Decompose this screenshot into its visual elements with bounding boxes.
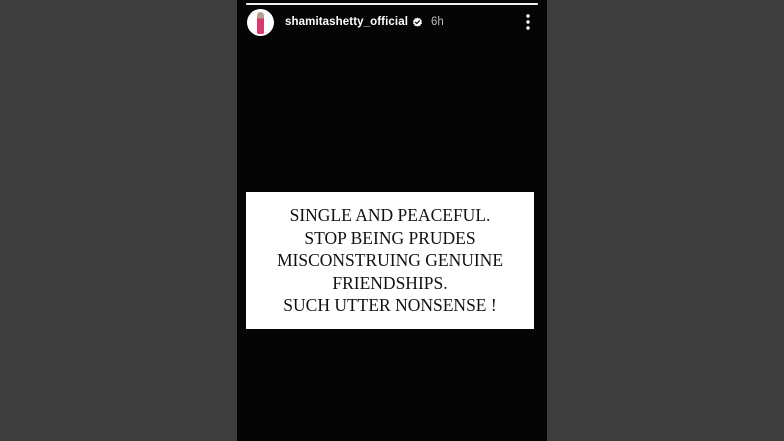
avatar-photo bbox=[257, 11, 264, 34]
text-line-3: MISCONSTRUING GENUINE bbox=[276, 250, 504, 271]
more-vertical-icon[interactable] bbox=[520, 13, 536, 31]
story-progress-fill bbox=[246, 3, 538, 5]
text-line-1: SINGLE AND PEACEFUL. bbox=[289, 205, 491, 226]
story-text-card: SINGLE AND PEACEFUL. STOP BEING PRUDES M… bbox=[246, 192, 534, 329]
verified-badge-icon bbox=[413, 16, 422, 27]
text-line-2: STOP BEING PRUDES bbox=[304, 227, 476, 248]
avatar[interactable] bbox=[247, 8, 274, 36]
username-link[interactable]: shamitashetty_official bbox=[285, 16, 408, 28]
page: shamitashetty_official 6h SINGLE AND PEA… bbox=[0, 0, 784, 441]
story-header: shamitashetty_official 6h bbox=[247, 7, 537, 37]
text-line-5: SUCH UTTER NONSENSE ! bbox=[283, 295, 497, 316]
story-viewer[interactable]: shamitashetty_official 6h SINGLE AND PEA… bbox=[237, 0, 547, 441]
text-line-4: FRIENDSHIPS. bbox=[332, 272, 448, 293]
story-progress-bar bbox=[246, 3, 538, 5]
story-timestamp: 6h bbox=[431, 16, 444, 28]
